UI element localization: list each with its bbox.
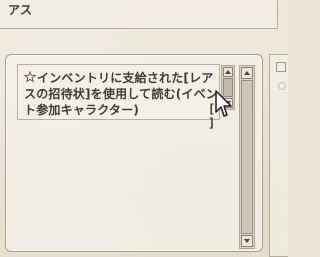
chevron-down-icon xyxy=(244,239,250,243)
right-panel-icon-fragment xyxy=(276,62,286,72)
description-scroll-up-button[interactable] xyxy=(223,67,233,77)
chevron-up-icon xyxy=(225,70,231,74)
mouse-pointer-icon xyxy=(214,89,234,119)
panel-scroll-up-button[interactable] xyxy=(241,67,253,79)
top-panel: アス xyxy=(0,0,278,29)
panel-scrollbar[interactable] xyxy=(239,65,255,249)
right-side-panel xyxy=(269,54,288,257)
quest-description: インベントリに支給された[レアスの招待状]を使用して読む(イベント参加キャラクタ… xyxy=(23,70,222,118)
quest-description-text: インベントリに支給された[レアスの招待状]を使用して読む(イベント参加キャラクタ… xyxy=(24,71,219,117)
quest-panel: インベントリに支給された[レアスの招待状]を使用して読む(イベント参加キャラクタ… xyxy=(5,54,263,252)
quest-description-box: インベントリに支給された[レアスの招待状]を使用して読む(イベント参加キャラクタ… xyxy=(17,64,222,130)
star-icon xyxy=(23,70,37,83)
chevron-up-icon xyxy=(244,71,250,75)
right-panel-star-fragment xyxy=(278,82,286,90)
panel-scroll-thumb[interactable] xyxy=(241,80,253,234)
panel-scroll-down-button[interactable] xyxy=(241,235,253,247)
top-panel-text: アス xyxy=(8,3,33,17)
